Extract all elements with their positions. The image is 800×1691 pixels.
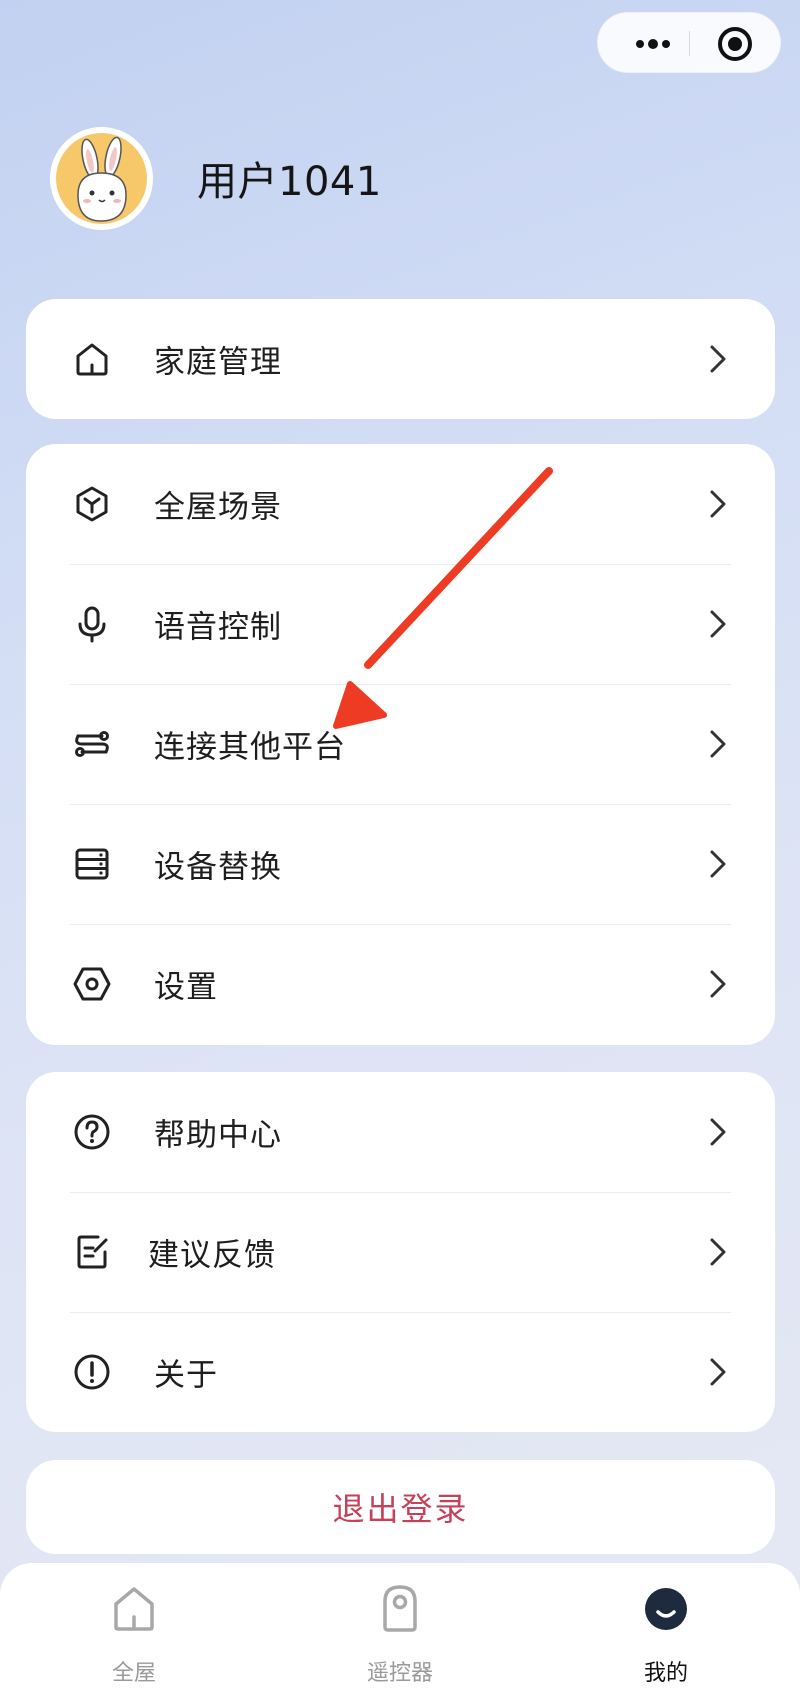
menu-item-label: 关于: [154, 1357, 218, 1394]
house-tab-icon: [114, 1587, 154, 1631]
capsule-divider: [689, 31, 690, 56]
menu-item-about[interactable]: 关于: [26, 1312, 775, 1432]
device-replace-icon: [75, 848, 109, 880]
menu-item-whole-house-scenes[interactable]: 全屋场景: [26, 444, 775, 564]
menu-item-feedback[interactable]: 建议反馈: [26, 1192, 775, 1312]
tab-mine[interactable]: 我的: [596, 1563, 736, 1691]
menu-card-home: 家庭管理: [26, 299, 775, 419]
profile-tab-icon: [645, 1588, 687, 1630]
connect-icon: [75, 731, 109, 757]
menu-item-label: 帮助中心: [154, 1117, 282, 1154]
logout-button[interactable]: 退出登录: [26, 1460, 775, 1554]
help-icon: [74, 1114, 110, 1150]
username: 用户1041: [197, 159, 382, 205]
more-options-icon[interactable]: [618, 13, 688, 74]
settings-icon: [73, 967, 111, 1001]
chevron-right-icon: [710, 850, 726, 878]
menu-item-label: 家庭管理: [154, 344, 282, 381]
menu-item-label: 全屋场景: [154, 489, 282, 526]
close-miniprogram-icon[interactable]: [716, 25, 754, 63]
miniprogram-capsule: [597, 12, 781, 73]
menu-item-voice-control[interactable]: 语音控制: [26, 564, 775, 684]
remote-tab-icon: [383, 1585, 417, 1632]
menu-item-connect-other-platforms[interactable]: 连接其他平台: [26, 684, 775, 804]
profile-header[interactable]: 用户1041: [50, 126, 382, 230]
menu-item-label: 设置: [154, 969, 218, 1006]
avatar[interactable]: [50, 126, 153, 230]
tab-remote[interactable]: 遥控器: [330, 1563, 470, 1691]
rabbit-avatar-icon: [56, 132, 147, 224]
menu-item-settings[interactable]: 设置: [26, 924, 775, 1044]
tab-label: 我的: [643, 1661, 688, 1686]
microphone-icon: [78, 606, 106, 643]
feedback-icon: [77, 1235, 108, 1269]
chevron-right-icon: [710, 1358, 726, 1386]
chevron-right-icon: [710, 345, 726, 373]
cube-icon: [76, 486, 108, 522]
menu-item-help-center[interactable]: 帮助中心: [26, 1072, 775, 1192]
menu-item-label: 语音控制: [154, 609, 282, 646]
about-icon: [74, 1354, 110, 1390]
chevron-right-icon: [710, 970, 726, 998]
menu-card-support: 帮助中心 建议反馈 关于: [26, 1072, 775, 1432]
chevron-right-icon: [710, 1238, 726, 1266]
menu-item-label: 建议反馈: [148, 1237, 276, 1274]
chevron-right-icon: [710, 490, 726, 518]
tab-label: 遥控器: [366, 1661, 433, 1686]
menu-card-features: 全屋场景 语音控制 连接其他平台 设备替换 设置: [26, 444, 775, 1045]
tab-label: 全屋: [111, 1661, 156, 1686]
menu-item-device-replacement[interactable]: 设备替换: [26, 804, 775, 924]
bottom-tab-bar: 全屋 遥控器 我的: [0, 1563, 800, 1691]
menu-item-family-management[interactable]: 家庭管理: [26, 299, 775, 419]
chevron-right-icon: [710, 610, 726, 638]
menu-item-label: 连接其他平台: [154, 729, 346, 766]
tab-whole-house[interactable]: 全屋: [64, 1563, 204, 1691]
logout-label: 退出登录: [332, 1490, 469, 1528]
chevron-right-icon: [710, 1118, 726, 1146]
home-icon: [76, 343, 108, 376]
menu-item-label: 设备替换: [154, 849, 282, 886]
chevron-right-icon: [710, 730, 726, 758]
